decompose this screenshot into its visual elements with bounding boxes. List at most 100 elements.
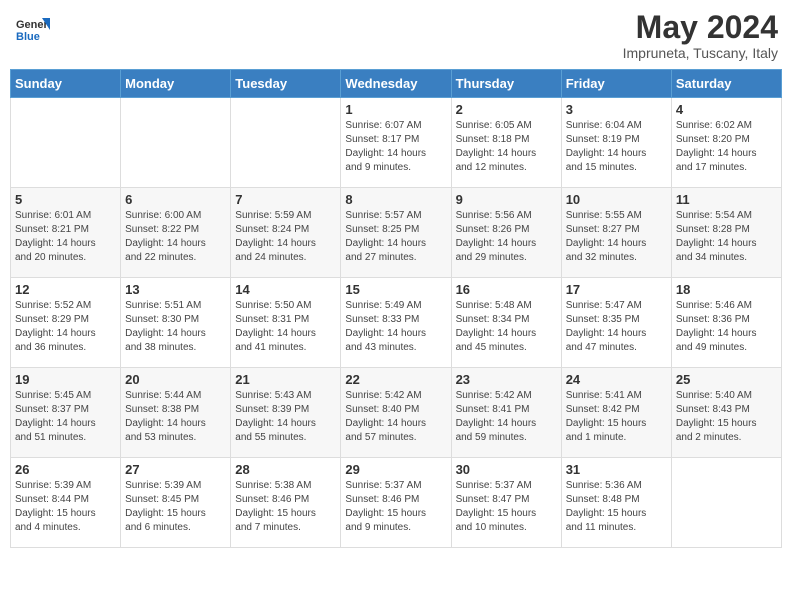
calendar-cell: 23 Sunrise: 5:42 AM Sunset: 8:41 PM Dayli… (451, 368, 561, 458)
calendar-cell: 21 Sunrise: 5:43 AM Sunset: 8:39 PM Dayli… (231, 368, 341, 458)
day-number: 2 (456, 102, 557, 117)
day-number: 21 (235, 372, 336, 387)
day-number: 7 (235, 192, 336, 207)
calendar-cell: 14Sunrise: 5:50 AM Sunset: 8:31 PM Dayli… (231, 278, 341, 368)
page-header: General Blue May 2024 Impruneta, Tuscany… (10, 10, 782, 61)
day-number: 27 (125, 462, 226, 477)
day-number: 9 (456, 192, 557, 207)
day-info: Sunrise: 5:48 AM Sunset: 8:34 PM Dayligh… (456, 299, 557, 355)
calendar-cell: 24Sunrise: 5:41 AM Sunset: 8:42 PM Dayli… (561, 368, 671, 458)
calendar-cell: 11Sunrise: 5:54 AM Sunset: 8:28 PM Dayli… (671, 188, 781, 278)
day-number: 14 (235, 282, 336, 297)
day-info: Sunrise: 6:04 AM Sunset: 8:19 PM Dayligh… (566, 119, 667, 175)
day-number: 31 (566, 462, 667, 477)
col-header-saturday: Saturday (671, 70, 781, 98)
day-number: 29 (345, 462, 446, 477)
calendar-cell: 30 Sunrise: 5:37 AM Sunset: 8:47 PM Dayli… (451, 458, 561, 548)
day-info: Sunrise: 6:01 AM Sunset: 8:21 PM Dayligh… (15, 209, 116, 265)
day-number: 18 (676, 282, 777, 297)
day-info: Sunrise: 5:43 AM Sunset: 8:39 PM Dayligh… (235, 389, 336, 445)
calendar-cell: 26 Sunrise: 5:39 AM Sunset: 8:44 PM Dayli… (11, 458, 121, 548)
calendar-cell: 3 Sunrise: 6:04 AM Sunset: 8:19 PM Daylig… (561, 98, 671, 188)
day-info: Sunrise: 5:44 AM Sunset: 8:38 PM Dayligh… (125, 389, 226, 445)
month-title: May 2024 (623, 10, 778, 45)
day-info: Sunrise: 5:39 AM Sunset: 8:45 PM Dayligh… (125, 479, 226, 535)
day-info: Sunrise: 5:45 AM Sunset: 8:37 PM Dayligh… (15, 389, 116, 445)
day-info: Sunrise: 5:37 AM Sunset: 8:47 PM Dayligh… (456, 479, 557, 535)
day-number: 12 (15, 282, 116, 297)
day-info: Sunrise: 5:41 AM Sunset: 8:42 PM Dayligh… (566, 389, 667, 445)
calendar-cell: 28 Sunrise: 5:38 AM Sunset: 8:46 PM Dayli… (231, 458, 341, 548)
day-number: 6 (125, 192, 226, 207)
day-info: Sunrise: 5:38 AM Sunset: 8:46 PM Dayligh… (235, 479, 336, 535)
calendar-cell: 5 Sunrise: 6:01 AM Sunset: 8:21 PM Daylig… (11, 188, 121, 278)
day-number: 5 (15, 192, 116, 207)
day-info: Sunrise: 6:02 AM Sunset: 8:20 PM Dayligh… (676, 119, 777, 175)
location-subtitle: Impruneta, Tuscany, Italy (623, 45, 778, 61)
calendar-cell: 6Sunrise: 6:00 AM Sunset: 8:22 PM Daylig… (121, 188, 231, 278)
calendar-cell: 9Sunrise: 5:56 AM Sunset: 8:26 PM Daylig… (451, 188, 561, 278)
col-header-sunday: Sunday (11, 70, 121, 98)
logo: General Blue (14, 10, 52, 46)
day-info: Sunrise: 5:46 AM Sunset: 8:36 PM Dayligh… (676, 299, 777, 355)
calendar-cell (11, 98, 121, 188)
day-info: Sunrise: 5:49 AM Sunset: 8:33 PM Dayligh… (345, 299, 446, 355)
day-number: 17 (566, 282, 667, 297)
day-info: Sunrise: 5:42 AM Sunset: 8:41 PM Dayligh… (456, 389, 557, 445)
calendar-cell: 12Sunrise: 5:52 AM Sunset: 8:29 PM Dayli… (11, 278, 121, 368)
day-number: 23 (456, 372, 557, 387)
calendar-week-4: 19 Sunrise: 5:45 AM Sunset: 8:37 PM Dayli… (11, 368, 782, 458)
day-number: 10 (566, 192, 667, 207)
day-number: 8 (345, 192, 446, 207)
day-info: Sunrise: 5:37 AM Sunset: 8:46 PM Dayligh… (345, 479, 446, 535)
calendar-cell: 8 Sunrise: 5:57 AM Sunset: 8:25 PM Daylig… (341, 188, 451, 278)
calendar-week-2: 5 Sunrise: 6:01 AM Sunset: 8:21 PM Daylig… (11, 188, 782, 278)
day-number: 30 (456, 462, 557, 477)
calendar-cell: 7 Sunrise: 5:59 AM Sunset: 8:24 PM Daylig… (231, 188, 341, 278)
col-header-friday: Friday (561, 70, 671, 98)
calendar-cell: 2 Sunrise: 6:05 AM Sunset: 8:18 PM Daylig… (451, 98, 561, 188)
day-info: Sunrise: 5:59 AM Sunset: 8:24 PM Dayligh… (235, 209, 336, 265)
day-info: Sunrise: 6:05 AM Sunset: 8:18 PM Dayligh… (456, 119, 557, 175)
calendar-cell: 22Sunrise: 5:42 AM Sunset: 8:40 PM Dayli… (341, 368, 451, 458)
col-header-thursday: Thursday (451, 70, 561, 98)
day-info: Sunrise: 5:57 AM Sunset: 8:25 PM Dayligh… (345, 209, 446, 265)
day-info: Sunrise: 5:42 AM Sunset: 8:40 PM Dayligh… (345, 389, 446, 445)
calendar-week-1: 1Sunrise: 6:07 AM Sunset: 8:17 PM Daylig… (11, 98, 782, 188)
calendar-cell: 13Sunrise: 5:51 AM Sunset: 8:30 PM Dayli… (121, 278, 231, 368)
calendar-cell: 29 Sunrise: 5:37 AM Sunset: 8:46 PM Dayli… (341, 458, 451, 548)
day-info: Sunrise: 5:39 AM Sunset: 8:44 PM Dayligh… (15, 479, 116, 535)
calendar-cell: 20 Sunrise: 5:44 AM Sunset: 8:38 PM Dayli… (121, 368, 231, 458)
day-number: 26 (15, 462, 116, 477)
day-number: 4 (676, 102, 777, 117)
day-number: 15 (345, 282, 446, 297)
calendar-cell: 15 Sunrise: 5:49 AM Sunset: 8:33 PM Dayli… (341, 278, 451, 368)
day-number: 19 (15, 372, 116, 387)
calendar-week-5: 26 Sunrise: 5:39 AM Sunset: 8:44 PM Dayli… (11, 458, 782, 548)
calendar-table: SundayMondayTuesdayWednesdayThursdayFrid… (10, 69, 782, 548)
calendar-cell: 18 Sunrise: 5:46 AM Sunset: 8:36 PM Dayli… (671, 278, 781, 368)
day-info: Sunrise: 5:47 AM Sunset: 8:35 PM Dayligh… (566, 299, 667, 355)
day-number: 3 (566, 102, 667, 117)
calendar-cell (121, 98, 231, 188)
day-number: 20 (125, 372, 226, 387)
calendar-cell (231, 98, 341, 188)
logo-icon: General Blue (14, 10, 50, 46)
day-info: Sunrise: 5:54 AM Sunset: 8:28 PM Dayligh… (676, 209, 777, 265)
calendar-cell: 10 Sunrise: 5:55 AM Sunset: 8:27 PM Dayli… (561, 188, 671, 278)
calendar-cell: 17 Sunrise: 5:47 AM Sunset: 8:35 PM Dayli… (561, 278, 671, 368)
day-number: 25 (676, 372, 777, 387)
title-block: May 2024 Impruneta, Tuscany, Italy (623, 10, 778, 61)
calendar-week-3: 12Sunrise: 5:52 AM Sunset: 8:29 PM Dayli… (11, 278, 782, 368)
day-info: Sunrise: 5:36 AM Sunset: 8:48 PM Dayligh… (566, 479, 667, 535)
day-info: Sunrise: 5:55 AM Sunset: 8:27 PM Dayligh… (566, 209, 667, 265)
col-header-wednesday: Wednesday (341, 70, 451, 98)
day-number: 16 (456, 282, 557, 297)
calendar-header-row: SundayMondayTuesdayWednesdayThursdayFrid… (11, 70, 782, 98)
calendar-cell: 31 Sunrise: 5:36 AM Sunset: 8:48 PM Dayli… (561, 458, 671, 548)
day-info: Sunrise: 5:51 AM Sunset: 8:30 PM Dayligh… (125, 299, 226, 355)
calendar-cell: 1Sunrise: 6:07 AM Sunset: 8:17 PM Daylig… (341, 98, 451, 188)
calendar-cell: 4 Sunrise: 6:02 AM Sunset: 8:20 PM Daylig… (671, 98, 781, 188)
calendar-cell: 16 Sunrise: 5:48 AM Sunset: 8:34 PM Dayli… (451, 278, 561, 368)
day-number: 28 (235, 462, 336, 477)
